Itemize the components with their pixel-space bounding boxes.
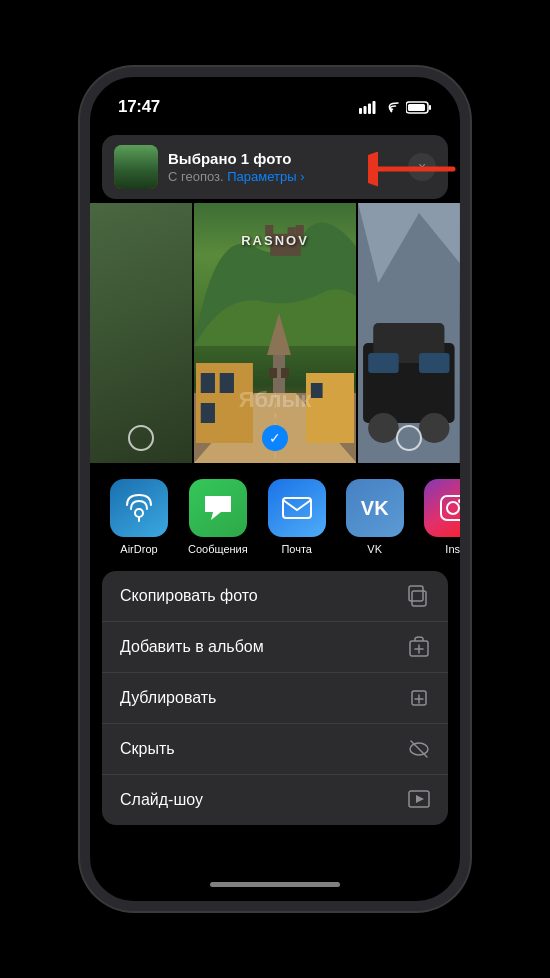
share-app-mail[interactable]: Почта — [268, 479, 326, 555]
instagram-label: Ins — [445, 543, 460, 555]
svg-rect-5 — [429, 105, 431, 110]
battery-icon — [406, 101, 432, 114]
wifi-icon — [383, 101, 400, 114]
photo-center: RASNOV — [194, 203, 357, 463]
arrow-container — [368, 149, 458, 193]
instagram-symbol — [440, 495, 460, 521]
header-title: Выбрано 1 фото — [168, 150, 398, 167]
airdrop-label: AirDrop — [120, 543, 157, 555]
home-indicator — [90, 867, 460, 901]
svg-rect-22 — [200, 403, 214, 423]
svg-marker-14 — [267, 313, 291, 355]
hide-icon — [408, 738, 430, 760]
svg-rect-32 — [369, 353, 400, 373]
header-text: Выбрано 1 фото С геопоз. Параметры › — [168, 150, 398, 184]
messages-symbol — [203, 494, 233, 522]
svg-point-31 — [419, 413, 450, 443]
svg-rect-2 — [368, 103, 371, 114]
photo-left — [90, 203, 192, 463]
selection-circle-left[interactable] — [128, 425, 154, 451]
phone-frame: 17:47 — [80, 67, 470, 911]
action-list: Скопировать фото Добавить в альбом Дубли… — [102, 571, 448, 825]
duplicate-icon — [408, 687, 430, 709]
content-area: Выбрано 1 фото С геопоз. Параметры › × — [90, 127, 460, 901]
dynamic-island — [215, 89, 335, 123]
signal-icon — [359, 101, 377, 114]
action-copy-photo[interactable]: Скопировать фото — [102, 571, 448, 622]
svg-rect-1 — [364, 106, 367, 114]
watermark-text: Яблык — [239, 387, 312, 413]
action-add-album[interactable]: Добавить в альбом — [102, 622, 448, 673]
mail-symbol — [282, 497, 312, 519]
red-arrow-icon — [368, 149, 458, 189]
airdrop-icon-container — [110, 479, 168, 537]
header-subtitle: С геопоз. Параметры › — [168, 169, 398, 184]
vk-icon-container: VK — [346, 479, 404, 537]
share-header: Выбрано 1 фото С геопоз. Параметры › × — [102, 135, 448, 199]
selection-circle-center[interactable]: ✓ — [262, 425, 288, 451]
messages-label: Сообщения — [188, 543, 248, 555]
selection-circle-right[interactable] — [396, 425, 422, 451]
action-duplicate[interactable]: Дублировать — [102, 673, 448, 724]
vk-label: VK — [367, 543, 382, 555]
vk-symbol: VK — [361, 497, 389, 520]
svg-rect-0 — [359, 108, 362, 114]
svg-rect-3 — [373, 101, 376, 114]
add-album-icon — [408, 636, 430, 658]
airdrop-symbol — [124, 493, 154, 523]
svg-rect-37 — [441, 496, 460, 520]
svg-rect-21 — [200, 373, 214, 393]
svg-point-39 — [458, 499, 460, 503]
status-time: 17:47 — [118, 97, 160, 117]
share-app-instagram[interactable]: Ins — [424, 479, 460, 555]
duplicate-label: Дублировать — [120, 689, 216, 707]
svg-rect-16 — [281, 368, 289, 378]
messages-icon-container — [189, 479, 247, 537]
instagram-icon-container — [424, 479, 460, 537]
copy-photo-icon — [408, 585, 430, 607]
home-indicator-bar — [210, 882, 340, 887]
svg-point-34 — [135, 509, 143, 517]
share-apps-row: AirDrop Сообщения Почта — [90, 463, 460, 563]
svg-point-30 — [369, 413, 400, 443]
params-link[interactable]: Параметры › — [227, 169, 304, 184]
share-app-airdrop[interactable]: AirDrop — [110, 479, 168, 555]
mail-label: Почта — [281, 543, 312, 555]
svg-rect-40 — [412, 591, 426, 606]
svg-rect-6 — [408, 104, 425, 111]
svg-rect-36 — [283, 498, 311, 518]
svg-rect-33 — [419, 353, 450, 373]
share-app-vk[interactable]: VK VK — [346, 479, 404, 555]
svg-marker-51 — [416, 795, 424, 803]
mail-icon-container — [268, 479, 326, 537]
svg-rect-23 — [219, 373, 233, 393]
hide-label: Скрыть — [120, 740, 175, 758]
rasnov-text: RASNOV — [241, 233, 309, 248]
geolocation-label: С геопоз. — [168, 169, 227, 184]
copy-photo-label: Скопировать фото — [120, 587, 258, 605]
action-hide[interactable]: Скрыть — [102, 724, 448, 775]
status-icons — [359, 101, 432, 114]
svg-rect-15 — [269, 368, 277, 378]
add-album-label: Добавить в альбом — [120, 638, 264, 656]
svg-rect-25 — [310, 383, 322, 398]
svg-point-38 — [447, 502, 459, 514]
svg-rect-41 — [409, 586, 423, 601]
slideshow-icon — [408, 789, 430, 811]
photo-right — [358, 203, 460, 463]
header-thumbnail — [114, 145, 158, 189]
action-slideshow[interactable]: Слайд-шоу — [102, 775, 448, 825]
share-app-messages[interactable]: Сообщения — [188, 479, 248, 555]
photo-strip: RASNOV — [90, 203, 460, 463]
slideshow-label: Слайд-шоу — [120, 791, 203, 809]
